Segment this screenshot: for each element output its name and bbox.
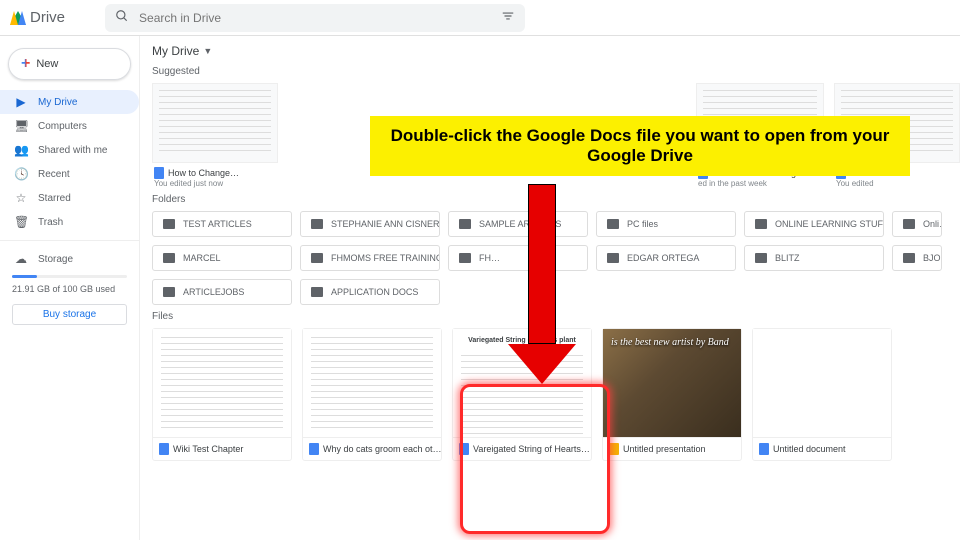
suggested-label: Suggested bbox=[152, 66, 960, 77]
storage-text: 21.91 GB of 100 GB used bbox=[0, 282, 139, 300]
folder-item[interactable]: Onli… bbox=[892, 211, 942, 237]
sidebar-item-starred[interactable]: ☆Starred bbox=[0, 186, 139, 210]
folder-item[interactable]: STEPHANIE ANN CISNERO… bbox=[300, 211, 440, 237]
sidebar: + New ▶My Drive 🖥Computers 👥Shared with … bbox=[0, 36, 140, 540]
file-card[interactable]: is the best new artist by Band Untitled … bbox=[602, 328, 742, 461]
doc-thumbnail bbox=[753, 329, 891, 437]
cloud-icon: ☁ bbox=[14, 252, 28, 266]
my-drive-icon: ▶ bbox=[14, 95, 28, 109]
starred-icon: ☆ bbox=[14, 191, 28, 205]
brand-text: Drive bbox=[30, 9, 65, 26]
slides-icon bbox=[609, 443, 619, 455]
file-card[interactable]: Wiki Test Chapter bbox=[152, 328, 292, 461]
folder-icon bbox=[311, 287, 323, 297]
folder-icon bbox=[607, 219, 619, 229]
breadcrumb[interactable]: My Drive ▼ bbox=[152, 44, 960, 58]
drive-logo[interactable]: Drive bbox=[10, 9, 65, 26]
folder-icon bbox=[755, 253, 767, 263]
folder-item[interactable]: BJO… bbox=[892, 245, 942, 271]
sidebar-item-storage[interactable]: ☁Storage bbox=[0, 247, 139, 271]
file-card[interactable]: Why do cats groom each ot… bbox=[302, 328, 442, 461]
slides-thumbnail: is the best new artist by Band bbox=[603, 329, 741, 437]
sidebar-item-computers[interactable]: 🖥Computers bbox=[0, 114, 139, 138]
search-filter-icon[interactable] bbox=[501, 9, 515, 26]
annotation-callout: Double-click the Google Docs file you wa… bbox=[370, 116, 910, 176]
sidebar-item-shared[interactable]: 👥Shared with me bbox=[0, 138, 139, 162]
search-input[interactable] bbox=[139, 11, 491, 25]
docs-icon bbox=[159, 443, 169, 455]
folder-icon bbox=[903, 219, 915, 229]
search-icon bbox=[115, 9, 129, 26]
sidebar-item-recent[interactable]: 🕓Recent bbox=[0, 162, 139, 186]
folder-icon bbox=[163, 287, 175, 297]
folder-icon bbox=[163, 219, 175, 229]
drive-triangle-icon bbox=[10, 11, 26, 25]
shared-folder-icon bbox=[311, 253, 323, 263]
storage-bar bbox=[12, 275, 127, 278]
docs-icon bbox=[154, 167, 164, 179]
folder-item[interactable]: ARTICLEJOBS bbox=[152, 279, 292, 305]
recent-icon: 🕓 bbox=[14, 167, 28, 181]
shared-folder-icon bbox=[459, 219, 471, 229]
folder-icon bbox=[755, 219, 767, 229]
folder-icon bbox=[459, 253, 471, 263]
folder-item[interactable]: APPLICATION DOCS bbox=[300, 279, 440, 305]
sidebar-item-my-drive[interactable]: ▶My Drive bbox=[0, 90, 139, 114]
annotation-arrow bbox=[528, 184, 576, 384]
folder-icon bbox=[607, 253, 619, 263]
shared-icon: 👥 bbox=[14, 143, 28, 157]
sidebar-item-trash[interactable]: 🗑Trash bbox=[0, 210, 139, 234]
folder-item[interactable]: ONLINE LEARNING STUFF bbox=[744, 211, 884, 237]
plus-icon: + bbox=[21, 55, 30, 73]
folder-item[interactable]: EDGAR ORTEGA bbox=[596, 245, 736, 271]
buy-storage-button[interactable]: Buy storage bbox=[12, 304, 127, 325]
docs-icon bbox=[309, 443, 319, 455]
new-button[interactable]: + New bbox=[8, 48, 131, 80]
file-card[interactable]: Untitled document bbox=[752, 328, 892, 461]
folder-icon bbox=[163, 253, 175, 263]
folder-item[interactable]: BLITZ bbox=[744, 245, 884, 271]
docs-icon bbox=[759, 443, 769, 455]
folder-item[interactable]: TEST ARTICLES bbox=[152, 211, 292, 237]
folder-item[interactable]: MARCEL bbox=[152, 245, 292, 271]
suggested-card[interactable]: How to Change… You edited just now bbox=[152, 83, 278, 188]
doc-thumbnail bbox=[152, 83, 278, 163]
chevron-down-icon: ▼ bbox=[203, 46, 212, 56]
doc-thumbnail bbox=[303, 329, 441, 437]
folder-icon bbox=[311, 219, 323, 229]
computers-icon: 🖥 bbox=[14, 119, 28, 133]
main-content: My Drive ▼ Suggested How to Change… You … bbox=[140, 36, 960, 540]
folder-icon bbox=[903, 253, 915, 263]
docs-icon bbox=[459, 443, 469, 455]
folder-item[interactable]: FHMOMS FREE TRAINING … bbox=[300, 245, 440, 271]
new-label: New bbox=[36, 58, 58, 70]
trash-icon: 🗑 bbox=[14, 215, 28, 229]
folder-item[interactable]: PC files bbox=[596, 211, 736, 237]
search-bar[interactable] bbox=[105, 4, 525, 32]
doc-thumbnail bbox=[153, 329, 291, 437]
